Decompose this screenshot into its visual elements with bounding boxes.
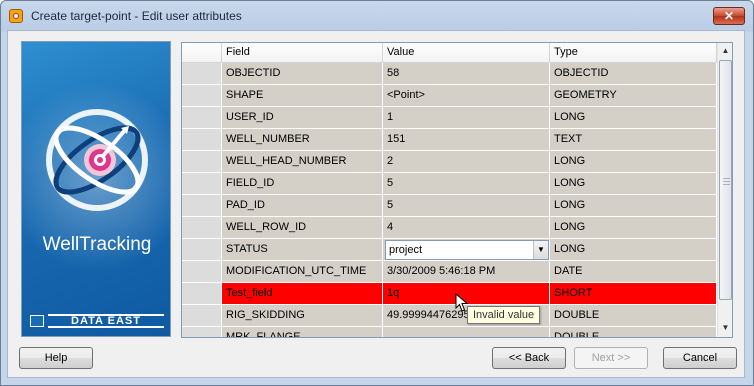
invalid-value-tooltip: Invalid value [467, 306, 541, 324]
row-selector[interactable] [182, 261, 222, 283]
row-selector[interactable] [182, 173, 222, 195]
field-cell: STATUS [222, 239, 383, 261]
table-row[interactable]: SHAPE <Point> GEOMETRY [182, 85, 717, 107]
field-cell: SHAPE [222, 85, 383, 107]
type-cell: SHORT [550, 283, 717, 305]
app-icon [9, 9, 23, 23]
type-cell: DATE [550, 261, 717, 283]
scroll-down-arrow-icon[interactable]: ▼ [718, 320, 732, 336]
row-selector[interactable] [182, 239, 222, 261]
value-cell[interactable] [383, 327, 550, 337]
table-row[interactable]: WELL_ROW_ID 4 LONG [182, 217, 717, 239]
row-selector[interactable] [182, 129, 222, 151]
table-row[interactable]: RIG_SKIDDING 49.99994476295 DOUBLE [182, 305, 717, 327]
chevron-down-icon[interactable]: ▼ [533, 241, 548, 259]
value-cell[interactable]: 5 [383, 173, 550, 195]
row-selector[interactable] [182, 283, 222, 305]
type-cell: LONG [550, 195, 717, 217]
brand-name: WellTracking [42, 234, 152, 255]
target-globe-icon [46, 109, 148, 211]
type-cell: OBJECTID [550, 63, 717, 85]
table-row[interactable]: MRK_FLANGE DOUBLE [182, 327, 717, 337]
vendor-name: DATA EAST [48, 314, 164, 328]
grid-header-row: Field Value Type [182, 43, 717, 65]
field-cell: OBJECTID [222, 63, 383, 85]
row-selector[interactable] [182, 195, 222, 217]
vendor-mark-icon [30, 315, 44, 327]
value-cell[interactable]: 2 [383, 151, 550, 173]
field-cell: USER_ID [222, 107, 383, 129]
value-cell[interactable]: <Point> [383, 85, 550, 107]
field-cell: Test_field [222, 283, 383, 305]
table-row[interactable]: FIELD_ID 5 LONG [182, 173, 717, 195]
scroll-up-arrow-icon[interactable]: ▲ [718, 43, 732, 59]
type-cell: LONG [550, 151, 717, 173]
table-row[interactable]: PAD_ID 5 LONG [182, 195, 717, 217]
grid-vertical-scrollbar[interactable]: ▲ — — — ▼ [717, 43, 732, 337]
row-selector[interactable] [182, 85, 222, 107]
scrollbar-thumb[interactable]: — — — [719, 60, 732, 300]
type-cell: LONG [550, 173, 717, 195]
status-combobox-value: project [389, 244, 423, 256]
column-header-value[interactable]: Value [383, 43, 550, 63]
value-cell[interactable]: 5 [383, 195, 550, 217]
value-cell[interactable]: 4 [383, 217, 550, 239]
header-selector [182, 43, 222, 63]
status-combobox[interactable]: project ▼ [385, 240, 549, 260]
row-selector[interactable] [182, 327, 222, 337]
type-cell: TEXT [550, 129, 717, 151]
cancel-button[interactable]: Cancel [663, 347, 737, 369]
field-cell: MODIFICATION_UTC_TIME [222, 261, 383, 283]
type-cell: DOUBLE [550, 305, 717, 327]
field-cell: WELL_HEAD_NUMBER [222, 151, 383, 173]
row-selector[interactable] [182, 305, 222, 327]
back-button[interactable]: << Back [492, 347, 566, 369]
table-row-invalid[interactable]: Test_field 1q SHORT [182, 283, 717, 305]
field-cell: MRK_FLANGE [222, 327, 383, 337]
window-title: Create target-point - Edit user attribut… [31, 9, 242, 23]
field-cell: FIELD_ID [222, 173, 383, 195]
title-bar[interactable]: Create target-point - Edit user attribut… [1, 1, 753, 31]
table-row[interactable]: MODIFICATION_UTC_TIME 3/30/2009 5:46:18 … [182, 261, 717, 283]
table-row[interactable]: OBJECTID 58 OBJECTID [182, 63, 717, 85]
vendor-logo: DATA EAST [30, 314, 164, 328]
welltracking-banner: WellTracking DATA EAST [21, 41, 171, 337]
column-header-type[interactable]: Type [550, 43, 717, 63]
type-cell: LONG [550, 217, 717, 239]
table-row[interactable]: USER_ID 1 LONG [182, 107, 717, 129]
close-button[interactable]: ✕ [713, 7, 745, 25]
type-cell: DOUBLE [550, 327, 717, 337]
table-row[interactable]: STATUS project ▼ LONG [182, 239, 717, 261]
value-cell[interactable]: 58 [383, 63, 550, 85]
field-cell: WELL_NUMBER [222, 129, 383, 151]
field-cell: WELL_ROW_ID [222, 217, 383, 239]
table-row[interactable]: WELL_NUMBER 151 TEXT [182, 129, 717, 151]
row-selector[interactable] [182, 217, 222, 239]
help-button[interactable]: Help [19, 347, 93, 369]
next-button[interactable]: Next >> [574, 347, 648, 369]
value-cell[interactable]: 151 [383, 129, 550, 151]
row-selector[interactable] [182, 107, 222, 129]
column-header-field[interactable]: Field [222, 43, 383, 63]
field-cell: RIG_SKIDDING [222, 305, 383, 327]
field-cell: PAD_ID [222, 195, 383, 217]
value-cell[interactable]: 3/30/2009 5:46:18 PM [383, 261, 550, 283]
row-selector[interactable] [182, 63, 222, 85]
value-cell: project ▼ [383, 239, 550, 261]
type-cell: LONG [550, 239, 717, 261]
grip-icon: — — — [723, 175, 730, 188]
value-cell[interactable]: 1 [383, 107, 550, 129]
table-row[interactable]: WELL_HEAD_NUMBER 2 LONG [182, 151, 717, 173]
type-cell: GEOMETRY [550, 85, 717, 107]
dialog-client: WellTracking DATA EAST Field Value Type … [7, 30, 745, 378]
row-selector[interactable] [182, 151, 222, 173]
type-cell: LONG [550, 107, 717, 129]
